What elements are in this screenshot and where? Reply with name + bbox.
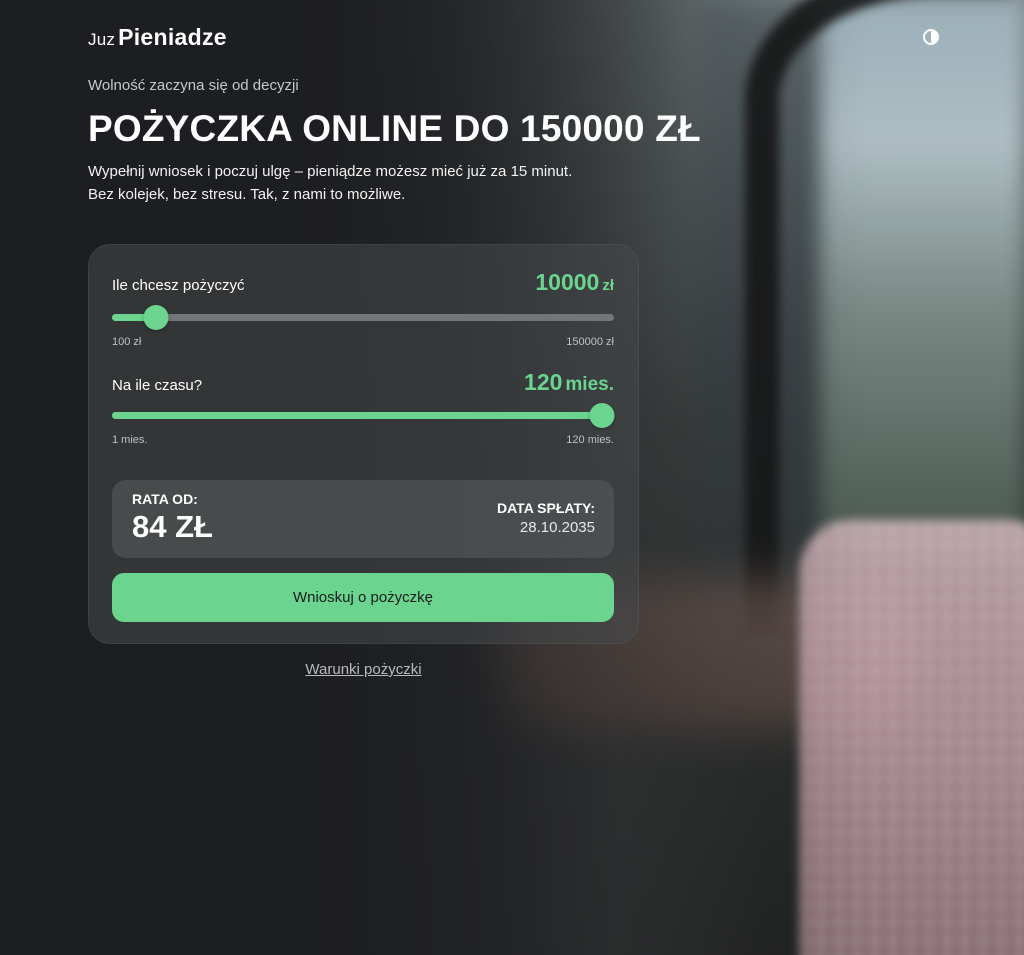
amount-slider-handle[interactable]	[143, 305, 169, 330]
tagline: Wolność zaczyna się od decyzji	[88, 77, 299, 94]
period-range: 1 mies. 120 mies.	[112, 434, 614, 446]
period-unit: mies.	[565, 374, 614, 395]
amount-label: Ile chcesz pożyczyć	[112, 277, 245, 294]
amount-unit: zł	[602, 277, 614, 294]
hero-description: Wypełnij wniosek i poczuj ulgę – pieniąd…	[88, 160, 648, 206]
description-line-1: Wypełnij wniosek i poczuj ulgę – pieniąd…	[88, 163, 573, 180]
period-slider[interactable]	[112, 402, 614, 430]
period-number: 120	[524, 369, 563, 395]
period-row: Na ile czasu? 120 mies.	[112, 369, 614, 396]
period-min-label: 1 mies.	[112, 434, 148, 446]
amount-min-label: 100 zł	[112, 336, 142, 348]
amount-max-label: 150000 zł	[566, 336, 614, 348]
contrast-icon[interactable]	[923, 29, 939, 45]
apply-loan-button[interactable]: Wnioskuj o pożyczkę	[112, 573, 614, 622]
period-value: 120 mies.	[524, 369, 614, 396]
header: Juz Pieniadze	[88, 22, 939, 52]
loan-calculator-card: Ile chcesz pożyczyć 10000 zł 100 zł 15000…	[88, 244, 639, 644]
amount-range: 100 zł 150000 zł	[112, 336, 614, 348]
amount-value: 10000 zł	[535, 269, 614, 296]
description-line-2: Bez kolejek, bez stresu. Tak, z nami to …	[88, 186, 406, 203]
amount-slider-track	[112, 314, 614, 321]
amount-row: Ile chcesz pożyczyć 10000 zł	[112, 269, 614, 296]
logo-light-text: Juz	[88, 29, 116, 49]
repayment-summary: RATA OD: 84 ZŁ DATA SPŁATY: 28.10.2035	[112, 480, 614, 558]
repayment-date-label: DATA SPŁATY:	[497, 500, 595, 516]
period-label: Na ile czasu?	[112, 377, 203, 394]
logo[interactable]: Juz Pieniadze	[88, 24, 227, 51]
page-title: POŻYCZKA ONLINE DO 150000 ZŁ	[88, 108, 701, 149]
period-slider-handle[interactable]	[589, 403, 614, 428]
period-slider-fill	[112, 412, 602, 419]
amount-slider[interactable]	[112, 304, 614, 332]
loan-terms-link[interactable]: Warunki pożyczki	[88, 661, 639, 678]
logo-bold-text: Pieniadze	[118, 23, 227, 50]
period-max-label: 120 mies.	[566, 434, 614, 446]
installment-label: RATA OD:	[132, 491, 198, 507]
amount-number: 10000	[535, 269, 600, 295]
repayment-date-value: 28.10.2035	[519, 519, 595, 536]
installment-value: 84 ZŁ	[132, 509, 213, 544]
